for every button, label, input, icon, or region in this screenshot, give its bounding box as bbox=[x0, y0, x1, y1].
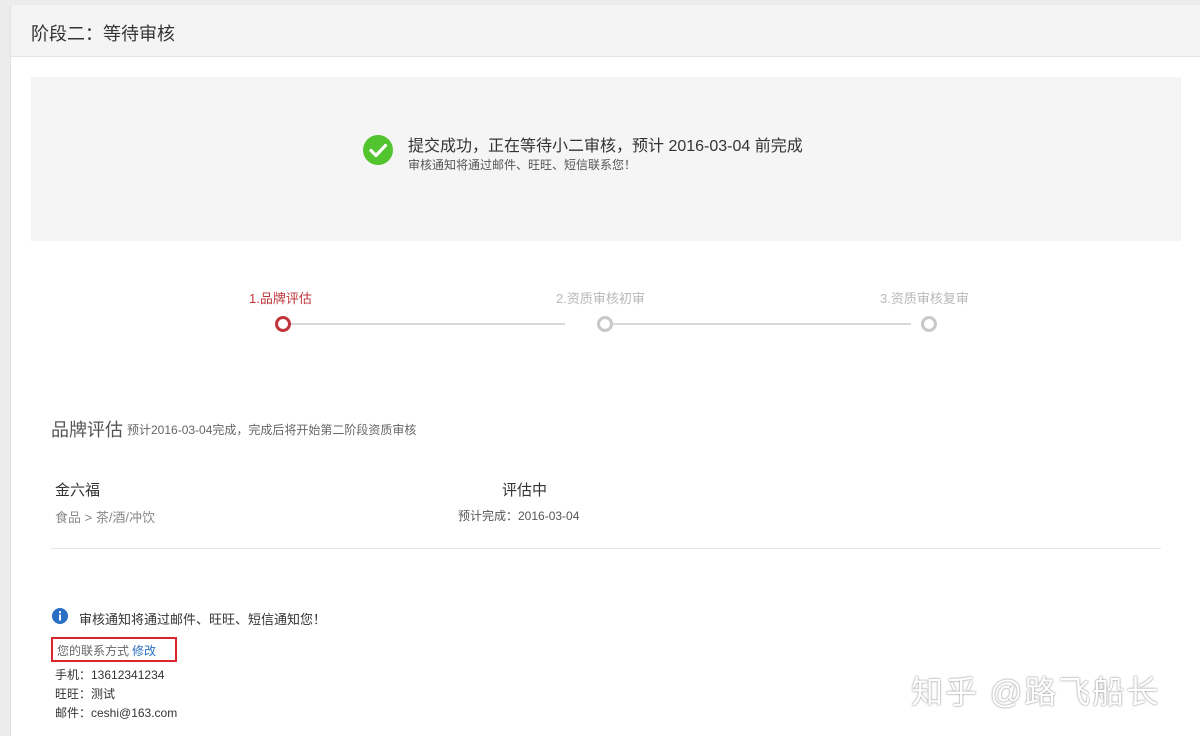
step-3-label: 3.资质审核复审 bbox=[880, 291, 969, 306]
contact-wangwang: 旺旺：测试 bbox=[55, 687, 116, 701]
section-description: 预计2016-03-04完成，完成后将开始第二阶段资质审核 bbox=[127, 423, 417, 437]
step-3-dot bbox=[921, 316, 937, 332]
step-1-dot bbox=[275, 316, 291, 332]
check-circle-icon bbox=[363, 135, 393, 165]
info-icon bbox=[52, 608, 68, 624]
info-text: 审核通知将通过邮件、旺旺、短信通知您！ bbox=[79, 612, 327, 627]
edit-contact-link[interactable]: 修改 bbox=[132, 644, 156, 658]
brand-name: 金六福 bbox=[55, 482, 101, 499]
contact-phone: 手机：13612341234 bbox=[55, 668, 165, 682]
contact-label: 您的联系方式 bbox=[57, 644, 130, 658]
divider bbox=[51, 548, 1161, 549]
step-1-label: 1.品牌评估 bbox=[249, 291, 312, 306]
panel-header: 阶段二：等待审核 bbox=[11, 5, 1200, 57]
notice-main-text: 提交成功，正在等待小二审核，预计 2016-03-04 前完成 bbox=[408, 138, 803, 155]
step-2-dot bbox=[597, 316, 613, 332]
step-2-label: 2.资质审核初审 bbox=[556, 291, 645, 306]
success-notice: 提交成功，正在等待小二审核，预计 2016-03-04 前完成 审核通知将通过邮… bbox=[31, 77, 1181, 241]
main-panel: 阶段二：等待审核 提交成功，正在等待小二审核，预计 2016-03-04 前完成… bbox=[10, 5, 1200, 736]
section-title: 品牌评估 bbox=[51, 420, 123, 440]
contact-label-row: 您的联系方式 修改 bbox=[57, 642, 156, 659]
step-connector bbox=[289, 323, 565, 325]
progress-stepper: 1.品牌评估 2.资质审核初审 3.资质审核复审 bbox=[241, 285, 981, 345]
contact-method-box: 您的联系方式 修改 bbox=[51, 637, 177, 662]
expected-completion: 预计完成：2016-03-04 bbox=[458, 509, 580, 523]
step-connector bbox=[611, 323, 911, 325]
watermark: 知乎 @路飞船长 bbox=[911, 674, 1161, 710]
notice-sub-text: 审核通知将通过邮件、旺旺、短信联系您！ bbox=[408, 158, 637, 172]
page-title: 阶段二：等待审核 bbox=[31, 24, 175, 44]
brand-category: 食品 > 茶/酒/冲饮 bbox=[55, 510, 156, 525]
contact-email: 邮件：ceshi@163.com bbox=[55, 706, 178, 720]
evaluation-status: 评估中 bbox=[502, 482, 548, 499]
